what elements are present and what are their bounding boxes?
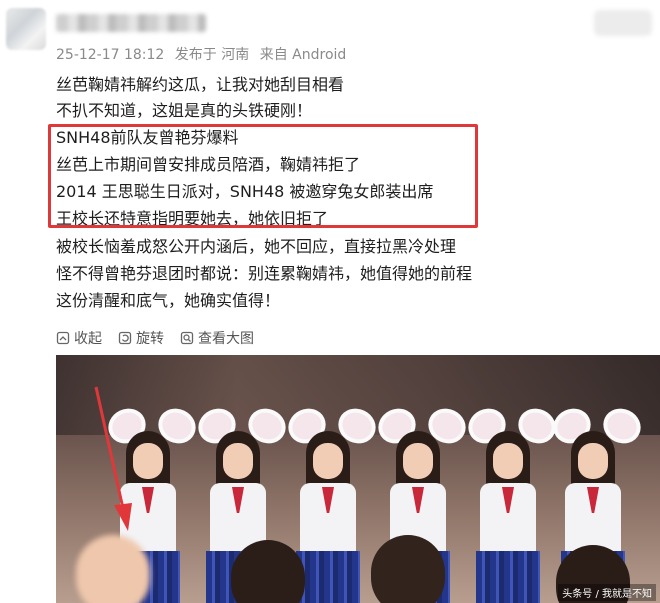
rotate-label: 旋转 bbox=[136, 331, 164, 347]
view-large-button[interactable]: 查看大图 bbox=[180, 328, 254, 348]
photo-person bbox=[462, 402, 562, 603]
red-arrow-annotation bbox=[94, 386, 132, 531]
post-line: 怪不得曾艳芬退团时都说：别连累鞠婧祎，她值得她的前程 bbox=[56, 264, 473, 283]
rotate-icon bbox=[118, 331, 132, 345]
photo-person-front bbox=[231, 540, 305, 603]
highlight-box bbox=[48, 124, 478, 228]
photo-face-blurred bbox=[76, 535, 150, 603]
zoom-icon bbox=[180, 331, 194, 345]
photo-person-front bbox=[371, 535, 445, 603]
post-line: 被校长恼羞成怒公开内涵后，她不回应，直接拉黑冷处理 bbox=[56, 237, 457, 256]
rotate-button[interactable]: 旋转 bbox=[118, 328, 164, 348]
avatar[interactable] bbox=[6, 8, 46, 50]
post-time: 25-12-17 18:12 bbox=[56, 47, 165, 63]
username-blurred[interactable] bbox=[56, 14, 206, 32]
photo-watermark: 头条号 / 我就是不知 bbox=[558, 584, 656, 601]
collapse-icon bbox=[56, 331, 70, 345]
collapse-label: 收起 bbox=[74, 331, 102, 347]
post-line: 这份清醒和底气，她确实值得！ bbox=[56, 291, 281, 310]
photo-person bbox=[282, 402, 382, 603]
view-large-label: 查看大图 bbox=[198, 331, 254, 347]
post-location: 发布于 河南 bbox=[174, 47, 250, 63]
top-right-blurred bbox=[594, 10, 652, 36]
post-source: 来自 Android bbox=[259, 47, 347, 63]
post-meta: 25-12-17 18:12 发布于 河南 来自 Android bbox=[56, 44, 352, 64]
post-photo[interactable]: 头条号 / 我就是不知 bbox=[56, 355, 660, 603]
post-line: 丝芭鞠婧祎解约这瓜，让我对她刮目相看 bbox=[56, 75, 345, 94]
collapse-button[interactable]: 收起 bbox=[56, 328, 102, 348]
image-actions: 收起 旋转 查看大图 bbox=[56, 328, 254, 348]
post-line: 不扒不知道，这姐是真的头铁硬刚！ bbox=[56, 101, 313, 120]
